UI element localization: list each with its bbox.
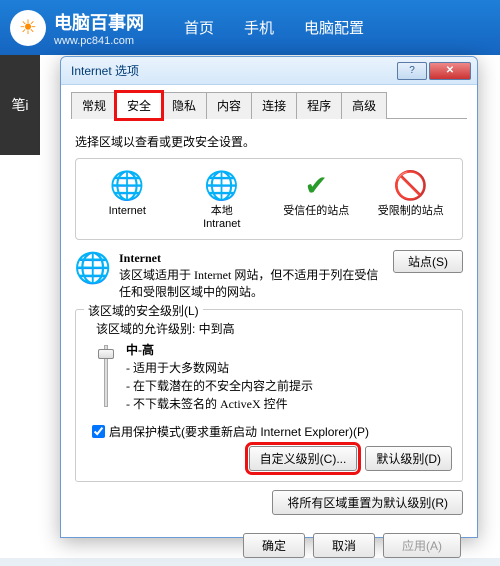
sites-button[interactable]: 站点(S) — [393, 250, 463, 273]
level-name: 中-高 — [126, 341, 313, 359]
protected-mode-checkbox[interactable] — [92, 425, 105, 438]
protected-mode-row[interactable]: 启用保护模式(要求重新启动 Internet Explorer)(P) — [92, 423, 452, 440]
zone-list: 🌐 Internet 🌐 本地 Intranet ✔ 受信任的站点 🚫 受限制的… — [75, 158, 463, 240]
level-bullet: - 在下载潜在的不安全内容之前提示 — [126, 377, 313, 395]
globe-icon: 🌐 — [109, 167, 145, 203]
site-nav: 首页 手机 电脑配置 — [184, 17, 364, 38]
level-bullet: - 适用于大多数网站 — [126, 359, 313, 377]
tab-programs[interactable]: 程序 — [296, 92, 342, 119]
forbid-icon: 🚫 — [393, 167, 429, 203]
check-icon: ✔ — [298, 167, 334, 203]
site-name: 电脑百事网 — [54, 9, 144, 35]
nav-home[interactable]: 首页 — [184, 17, 214, 38]
level-bullet: - 不下载未签名的 ActiveX 控件 — [126, 395, 313, 413]
globe-icon: 🌐 — [204, 167, 240, 203]
tab-general[interactable]: 常规 — [71, 92, 117, 119]
zone-detail-title: Internet — [119, 250, 385, 267]
ok-button[interactable]: 确定 — [243, 533, 305, 558]
group-title: 该区域的安全级别(L) — [84, 302, 203, 319]
nav-phone[interactable]: 手机 — [244, 17, 274, 38]
zone-restricted[interactable]: 🚫 受限制的站点 — [372, 167, 450, 231]
site-header: ☀ 电脑百事网 www.pc841.com 首页 手机 电脑配置 — [0, 0, 500, 55]
zone-label: 本地 Intranet — [183, 205, 261, 231]
slider-thumb[interactable] — [98, 349, 114, 359]
site-logo-icon: ☀ — [10, 10, 46, 46]
titlebar: Internet 选项 ? ✕ — [61, 57, 477, 85]
zone-detail-desc: 该区域适用于 Internet 网站，但不适用于列在受信任和受限制区域中的网站。 — [119, 267, 385, 301]
cancel-button[interactable]: 取消 — [313, 533, 375, 558]
zone-instruction: 选择区域以查看或更改安全设置。 — [75, 133, 463, 150]
tab-advanced[interactable]: 高级 — [341, 92, 387, 119]
security-slider[interactable] — [96, 341, 116, 411]
tab-strip: 常规 安全 隐私 内容 连接 程序 高级 — [71, 91, 467, 119]
zone-trusted[interactable]: ✔ 受信任的站点 — [277, 167, 355, 231]
level-description: 中-高 - 适用于大多数网站 - 在下载潜在的不安全内容之前提示 - 不下载未签… — [126, 341, 313, 413]
dialog-title: Internet 选项 — [67, 62, 397, 79]
zone-intranet[interactable]: 🌐 本地 Intranet — [183, 167, 261, 231]
allowed-level-label: 该区域的允许级别: 中到高 — [96, 320, 452, 337]
site-url: www.pc841.com — [54, 35, 144, 47]
dialog-footer: 确定 取消 应用(A) — [61, 525, 477, 566]
protected-mode-label: 启用保护模式(要求重新启动 Internet Explorer)(P) — [109, 423, 369, 440]
tab-connections[interactable]: 连接 — [251, 92, 297, 119]
internet-options-dialog: Internet 选项 ? ✕ 常规 安全 隐私 内容 连接 程序 高级 选择区… — [60, 56, 478, 538]
zone-label: 受限制的站点 — [372, 205, 450, 218]
tab-security[interactable]: 安全 — [116, 92, 162, 119]
security-level-group: 该区域的安全级别(L) 该区域的允许级别: 中到高 中-高 - 适用于大多数网站… — [75, 309, 463, 482]
zone-label: Internet — [88, 205, 166, 218]
zone-detail: 🌐 Internet 该区域适用于 Internet 网站，但不适用于列在受信任… — [75, 250, 463, 300]
tab-content[interactable]: 内容 — [206, 92, 252, 119]
nav-pc[interactable]: 电脑配置 — [304, 17, 364, 38]
zone-internet[interactable]: 🌐 Internet — [88, 167, 166, 231]
zone-label: 受信任的站点 — [277, 205, 355, 218]
help-button[interactable]: ? — [397, 62, 427, 80]
site-logo: ☀ 电脑百事网 www.pc841.com — [10, 9, 144, 47]
apply-button[interactable]: 应用(A) — [383, 533, 461, 558]
bg-sidebar: 笔i — [0, 55, 40, 155]
reset-all-zones-button[interactable]: 将所有区域重置为默认级别(R) — [272, 490, 463, 515]
tab-privacy[interactable]: 隐私 — [161, 92, 207, 119]
globe-icon: 🌐 — [75, 250, 111, 286]
default-level-button[interactable]: 默认级别(D) — [365, 446, 452, 471]
close-button[interactable]: ✕ — [429, 62, 471, 80]
custom-level-button[interactable]: 自定义级别(C)... — [249, 446, 358, 471]
